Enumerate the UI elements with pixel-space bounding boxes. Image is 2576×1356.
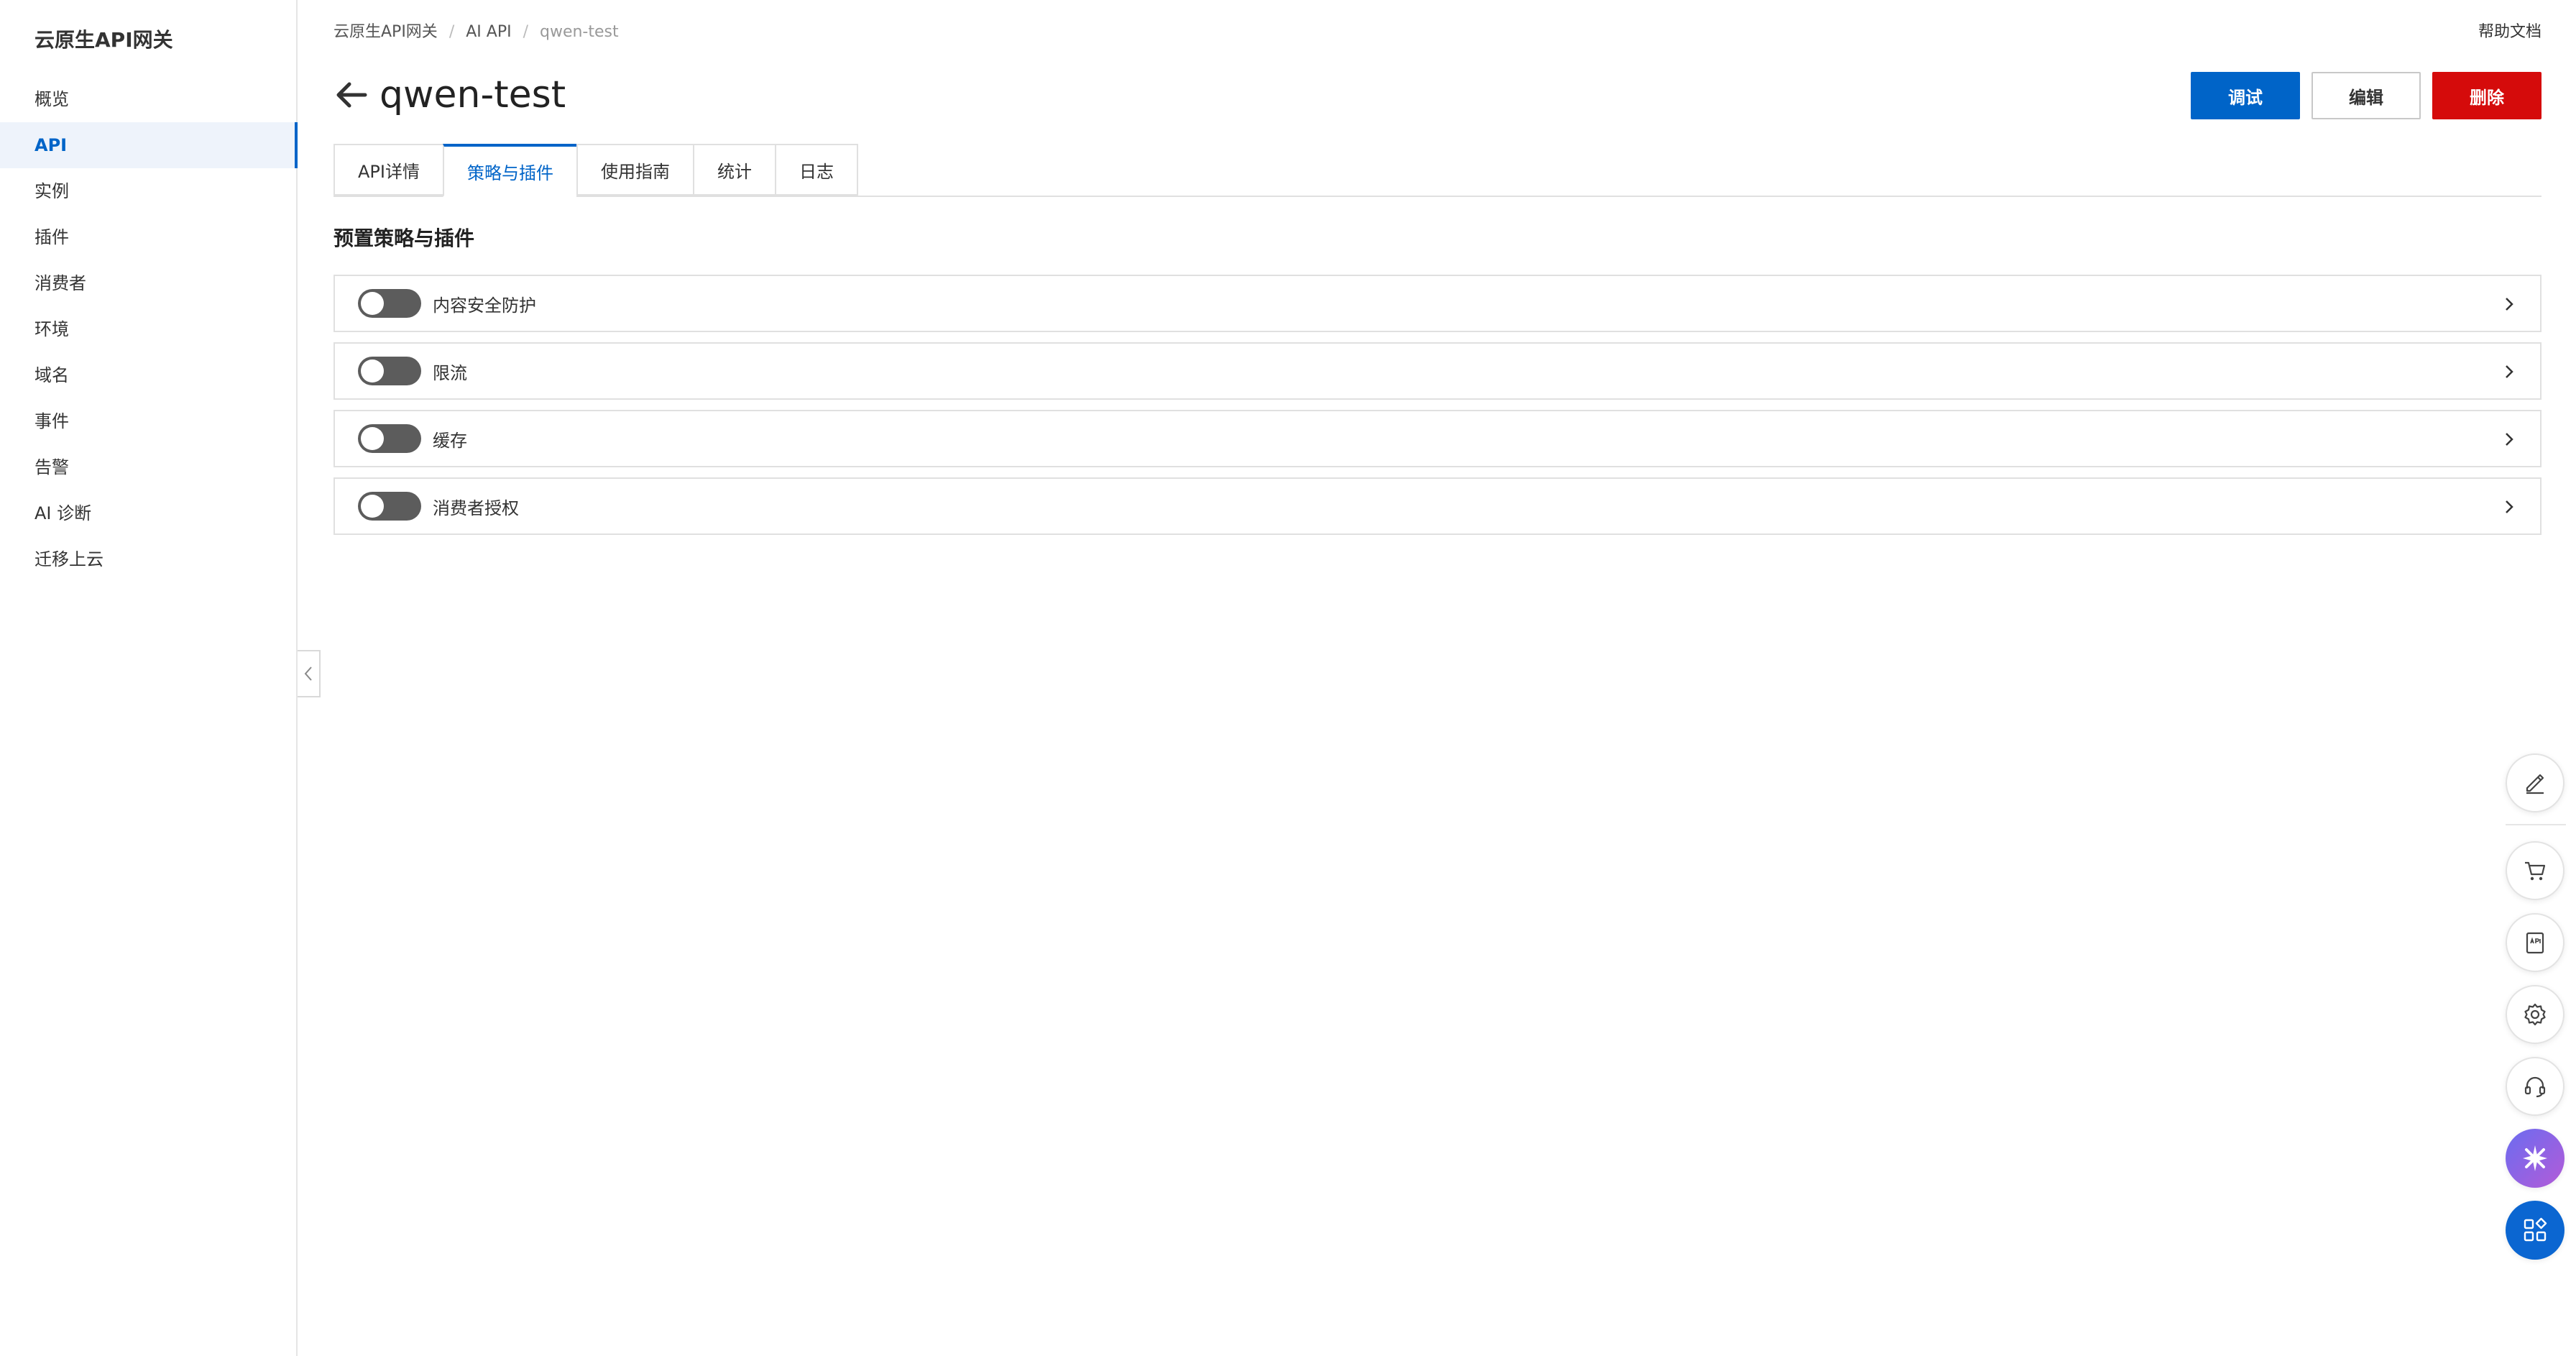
toggle-knob — [361, 292, 384, 315]
breadcrumb: 云原生API网关 / AI API / qwen-test — [334, 19, 619, 42]
policy-label: 缓存 — [433, 430, 467, 451]
sidebar-title: 云原生API网关 — [34, 28, 173, 52]
sidebar: 云原生API网关 概览 API 实例 插件 消费者 环境 域名 事件 告警 AI… — [0, 0, 298, 1356]
toolbar-divider — [2506, 824, 2566, 825]
delete-button[interactable]: 删除 — [2432, 72, 2542, 119]
sidebar-item-migration[interactable]: 迁移上云 — [0, 536, 296, 582]
settings-icon — [2524, 1003, 2546, 1026]
sidebar-item-overview[interactable]: 概览 — [0, 76, 296, 122]
chevron-right-icon — [2506, 365, 2513, 378]
toggle-knob — [361, 495, 384, 518]
apps-grid-icon — [2524, 1217, 2547, 1242]
policy-label: 限流 — [433, 362, 467, 383]
breadcrumb-separator: / — [448, 23, 455, 41]
sidebar-item-ai-diagnosis[interactable]: AI 诊断 — [0, 490, 296, 536]
api-doc-float-button[interactable] — [2506, 913, 2564, 972]
toggle-knob — [361, 359, 384, 382]
policy-row-consumer-auth[interactable]: 消费者授权 — [334, 477, 2542, 535]
toggle-switch[interactable] — [358, 424, 421, 453]
sidebar-item-consumers[interactable]: 消费者 — [0, 260, 296, 306]
policy-label: 消费者授权 — [433, 498, 519, 518]
page-title: qwen-test — [380, 73, 566, 116]
back-arrow-icon[interactable] — [334, 77, 369, 113]
breadcrumb-gateway[interactable]: 云原生API网关 — [334, 23, 438, 41]
edit-button[interactable]: 编辑 — [2312, 72, 2421, 119]
ai-assistant-icon — [2523, 1145, 2547, 1171]
sidebar-nav: 概览 API 实例 插件 消费者 环境 域名 事件 告警 AI 诊断 迁移上云 — [0, 76, 298, 582]
toggle-switch[interactable] — [358, 492, 421, 521]
api-doc-icon — [2526, 932, 2544, 954]
toggle-knob — [361, 427, 384, 450]
sidebar-item-instances[interactable]: 实例 — [0, 168, 296, 214]
policy-label: 内容安全防护 — [433, 295, 536, 316]
sidebar-collapse-button[interactable] — [298, 650, 321, 697]
toggle-switch[interactable] — [358, 357, 421, 385]
sidebar-item-domains[interactable]: 域名 — [0, 352, 296, 398]
help-docs-link[interactable]: 帮助文档 — [2478, 19, 2542, 42]
policy-row-cache[interactable]: 缓存 — [334, 410, 2542, 467]
chevron-right-icon — [2506, 433, 2513, 446]
breadcrumb-current: qwen-test — [540, 23, 619, 41]
chevron-right-icon — [2506, 298, 2513, 311]
tab-api-details[interactable]: API详情 — [334, 144, 443, 196]
tab-policies-plugins[interactable]: 策略与插件 — [442, 144, 576, 197]
apps-float-button[interactable] — [2506, 1201, 2564, 1260]
sidebar-item-environments[interactable]: 环境 — [0, 306, 296, 352]
policy-row-content-security[interactable]: 内容安全防护 — [334, 275, 2542, 332]
header-actions: 调试 编辑 删除 — [2191, 72, 2542, 119]
cart-float-button[interactable] — [2506, 841, 2564, 900]
sidebar-item-api[interactable]: API — [0, 122, 298, 168]
tabs: API详情 策略与插件 使用指南 统计 日志 — [334, 144, 2542, 197]
tab-statistics[interactable]: 统计 — [692, 144, 775, 196]
toggle-switch[interactable] — [358, 289, 421, 318]
policy-list: 内容安全防护 限流 缓存 消费者授权 — [334, 275, 2542, 545]
chevron-right-icon — [2506, 500, 2513, 513]
tab-logs[interactable]: 日志 — [774, 144, 858, 196]
policy-row-rate-limit[interactable]: 限流 — [334, 342, 2542, 400]
cart-icon — [2525, 861, 2546, 881]
title-row: qwen-test — [334, 69, 566, 121]
sidebar-item-plugins[interactable]: 插件 — [0, 214, 296, 260]
debug-button[interactable]: 调试 — [2191, 72, 2300, 119]
breadcrumb-separator: / — [523, 23, 528, 41]
ai-assistant-float-button[interactable] — [2506, 1129, 2564, 1188]
tab-usage-guide[interactable]: 使用指南 — [576, 144, 693, 196]
sidebar-item-events[interactable]: 事件 — [0, 398, 296, 444]
breadcrumb-ai-api[interactable]: AI API — [466, 23, 511, 41]
edit-icon — [2526, 774, 2544, 794]
settings-float-button[interactable] — [2506, 985, 2564, 1044]
section-title: 预置策略与插件 — [334, 226, 475, 250]
chevron-left-icon — [304, 666, 312, 681]
edit-float-button[interactable] — [2506, 753, 2564, 812]
support-headset-icon — [2524, 1076, 2546, 1098]
sidebar-item-alerts[interactable]: 告警 — [0, 444, 296, 490]
support-float-button[interactable] — [2506, 1057, 2564, 1116]
